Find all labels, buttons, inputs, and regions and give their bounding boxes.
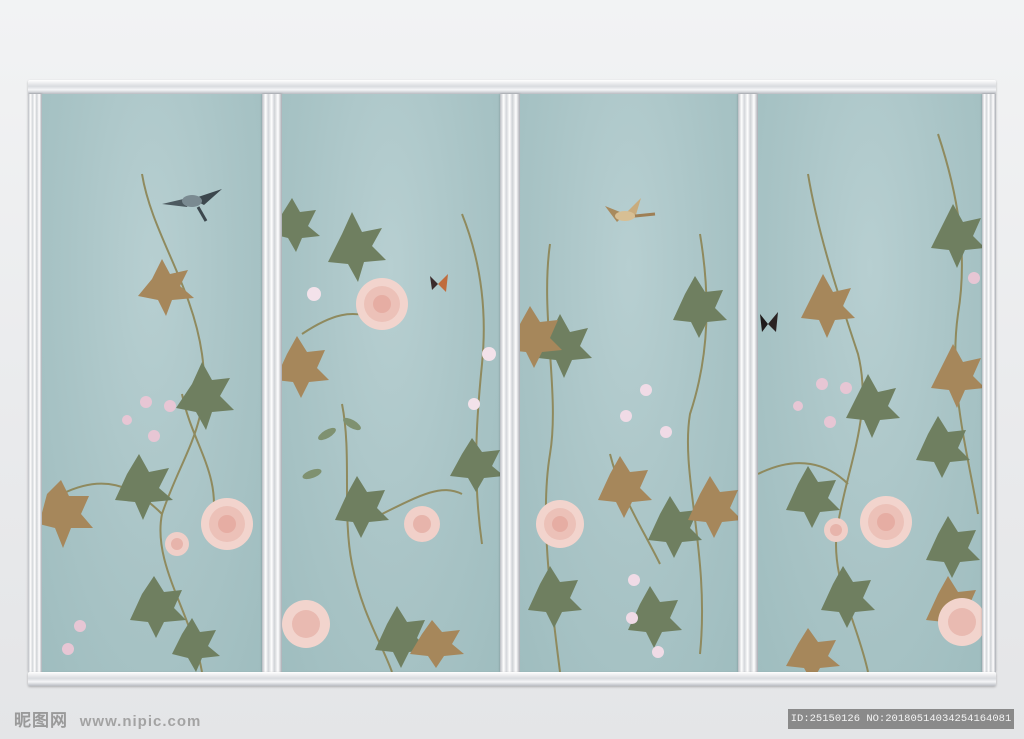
butterfly: [430, 274, 448, 292]
top-rail: [28, 80, 996, 94]
watermark-url: www.nipic.com: [79, 713, 202, 730]
frame-post-3: [738, 94, 758, 672]
frame-post-left: [28, 94, 42, 672]
image-id-label: ID:25150126 NO:20180514034254164081: [788, 709, 1014, 729]
bird: [605, 198, 656, 222]
floral-painting-3: [520, 198, 738, 672]
frame-post-2: [500, 94, 520, 672]
floral-painting-1: [42, 173, 253, 672]
bird: [162, 189, 222, 222]
floral-painting-4: [758, 133, 982, 672]
floral-painting-2: [282, 198, 500, 672]
butterfly: [760, 312, 778, 332]
mural-panel-1: [42, 94, 262, 672]
site-watermark: 昵图网 www.nipic.com: [14, 706, 201, 731]
mural-panel-2: [282, 94, 500, 672]
peony-flower: [536, 500, 584, 548]
frame-post-1: [262, 94, 282, 672]
peony-flower: [201, 498, 253, 550]
peony-flower: [356, 278, 408, 330]
mural-frame: [28, 80, 996, 686]
mural-panel-3: [520, 94, 738, 672]
bottom-rail: [28, 672, 996, 686]
peony-flower: [860, 496, 912, 548]
watermark-brand: 昵图网: [14, 711, 68, 730]
mural-panel-4: [758, 94, 982, 672]
frame-post-right: [982, 94, 996, 672]
